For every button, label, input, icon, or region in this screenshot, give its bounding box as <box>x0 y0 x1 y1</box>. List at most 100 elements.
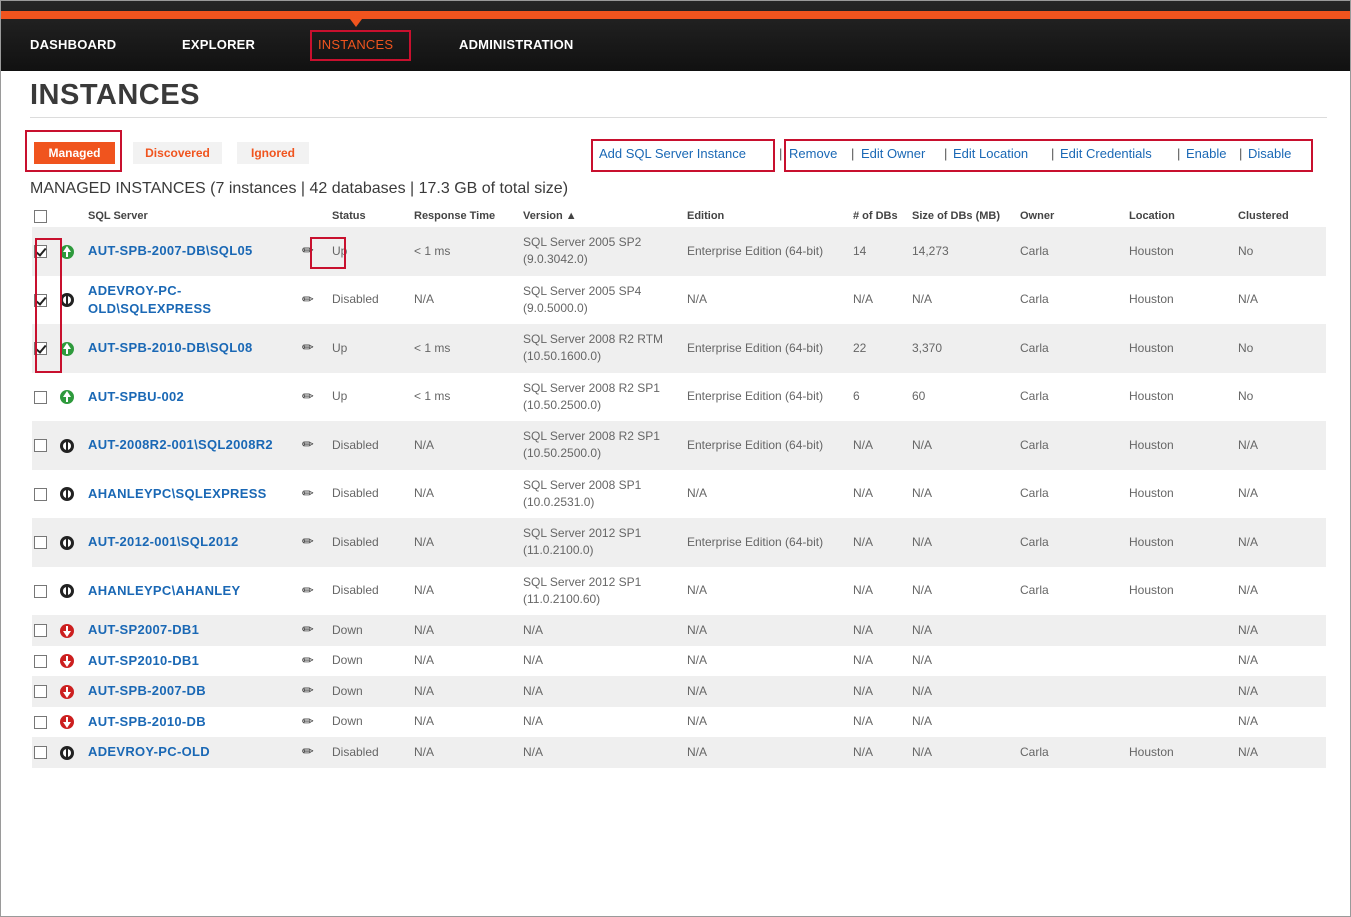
clustered-cell: No <box>1236 324 1326 373</box>
owner-cell: Carla <box>1018 421 1127 470</box>
col-version[interactable]: Version ▲ <box>521 205 685 227</box>
row-checkbox[interactable] <box>34 487 47 501</box>
row-checkbox[interactable] <box>34 439 47 453</box>
server-name-link[interactable]: AUT-2012-001\SQL2012 <box>88 534 239 549</box>
nav-dashboard[interactable]: DASHBOARD <box>30 37 116 52</box>
row-checkbox[interactable] <box>34 584 47 598</box>
table-header-row: SQL Server Status Response Time Version … <box>32 205 1326 227</box>
filter-ignored-button[interactable]: Ignored <box>237 142 309 164</box>
table-row: AUT-SPB-2007-DB ✏ Down N/A N/A N/A N/A N/A N/A <box>32 676 1326 707</box>
row-checkbox[interactable] <box>34 746 47 760</box>
separator: | <box>779 146 783 161</box>
row-checkbox[interactable] <box>34 685 47 699</box>
server-name-link[interactable]: AUT-2008R2-001\SQL2008R2 <box>88 437 273 452</box>
title-divider <box>30 117 1327 118</box>
table-row: ADEVROY-PC-OLD ✏ Disabled N/A N/A N/A N/A N/A Ca… <box>32 737 1326 768</box>
col-num-dbs[interactable]: # of DBs <box>851 205 910 227</box>
owner-cell: Carla <box>1020 486 1049 501</box>
row-checkbox[interactable] <box>34 715 47 729</box>
table-row: AHANLEYPC\AHANLEY ✏ Disabled N/A SQL Server … <box>32 567 1326 616</box>
edit-pencil-icon[interactable]: ✏ <box>302 388 314 405</box>
edit-pencil-icon[interactable]: ✏ <box>302 291 314 308</box>
num-dbs-cell: 14 <box>851 227 910 276</box>
location-cell: Houston <box>1129 486 1174 501</box>
edit-pencil-icon[interactable]: ✏ <box>302 582 314 599</box>
col-clustered[interactable]: Clustered <box>1236 205 1326 227</box>
server-name-link[interactable]: AUT-SPB-2007-DB <box>88 683 206 698</box>
active-tab-indicator <box>350 19 362 27</box>
version-cell: SQL Server 2005 SP2 (9.0.3042.0) <box>521 227 685 276</box>
status-cell: Down <box>330 676 412 707</box>
nav-administration[interactable]: ADMINISTRATION <box>459 37 574 52</box>
server-name-link[interactable]: AUT-SP2007-DB1 <box>88 622 199 637</box>
clustered-cell: No <box>1236 227 1326 276</box>
row-checkbox[interactable] <box>34 624 47 638</box>
size-dbs-cell: N/A <box>910 676 1018 707</box>
edit-pencil-icon[interactable]: ✏ <box>302 713 314 730</box>
status-down-icon <box>60 684 74 699</box>
edition-cell: Enterprise Edition (64-bit) <box>687 389 824 404</box>
edit-pencil-icon[interactable]: ✏ <box>302 743 314 760</box>
server-name-link[interactable]: AUT-SPB-2010-DB\SQL08 <box>88 340 253 355</box>
edit-pencil-icon[interactable]: ✏ <box>302 682 314 699</box>
col-owner[interactable]: Owner <box>1018 205 1127 227</box>
num-dbs-cell: N/A <box>851 615 910 646</box>
status-down-icon <box>60 715 74 730</box>
response-time-cell: N/A <box>414 292 435 307</box>
edition-cell: N/A <box>687 486 708 501</box>
server-name-link[interactable]: AHANLEYPC\AHANLEY <box>88 583 240 598</box>
nav-explorer[interactable]: EXPLORER <box>182 37 255 52</box>
col-size-dbs[interactable]: Size of DBs (MB) <box>910 205 1018 227</box>
server-name-link[interactable]: AUT-SPB-2007-DB\SQL05 <box>88 243 253 258</box>
instances-table: SQL Server Status Response Time Version … <box>32 205 1326 768</box>
response-time-cell: N/A <box>412 615 521 646</box>
clustered-cell: N/A <box>1238 486 1259 501</box>
edition-cell: N/A <box>685 676 851 707</box>
size-dbs-cell: N/A <box>910 518 1018 567</box>
size-dbs-cell: 60 <box>912 389 926 404</box>
edition-cell: Enterprise Edition (64-bit) <box>685 324 851 373</box>
server-name-link[interactable]: AUT-SPBU-002 <box>88 389 184 404</box>
status-cell: Up <box>332 389 348 404</box>
response-time-cell: < 1 ms <box>412 227 521 276</box>
edit-pencil-icon[interactable]: ✏ <box>302 436 314 453</box>
col-sql-server[interactable]: SQL Server <box>86 205 300 227</box>
status-disabled-icon <box>60 535 74 550</box>
row-checkbox[interactable] <box>34 390 47 404</box>
edit-pencil-icon[interactable]: ✏ <box>302 485 314 502</box>
edit-pencil-icon[interactable]: ✏ <box>302 339 314 356</box>
select-all-checkbox[interactable] <box>34 209 47 223</box>
col-response-time[interactable]: Response Time <box>412 205 521 227</box>
status-cell: Disabled <box>332 583 379 598</box>
status-disabled-icon <box>60 487 74 502</box>
col-edition[interactable]: Edition <box>685 205 851 227</box>
owner-cell: Carla <box>1018 518 1127 567</box>
num-dbs-cell: N/A <box>851 737 910 768</box>
location-cell <box>1127 615 1236 646</box>
server-name-link[interactable]: ADEVROY-PC-OLD <box>88 744 210 759</box>
server-name-link[interactable]: ADEVROY-PC-OLD\SQLEXPRESS <box>88 283 211 316</box>
location-cell: Houston <box>1129 389 1174 404</box>
server-name-link[interactable]: AUT-SPB-2010-DB <box>88 714 206 729</box>
select-all-cell[interactable] <box>32 205 58 227</box>
edit-pencil-icon[interactable]: ✏ <box>302 533 314 550</box>
num-dbs-cell: N/A <box>853 653 874 668</box>
size-dbs-cell: 3,370 <box>910 324 1018 373</box>
server-name-link[interactable]: AUT-SP2010-DB1 <box>88 653 199 668</box>
size-dbs-cell: N/A <box>912 714 933 729</box>
owner-cell: Carla <box>1018 227 1127 276</box>
edit-pencil-icon[interactable]: ✏ <box>302 652 314 669</box>
col-location[interactable]: Location <box>1127 205 1236 227</box>
owner-cell: Carla <box>1020 583 1049 598</box>
status-up-icon <box>60 244 74 259</box>
version-cell: SQL Server 2008 R2 SP1 (10.50.2500.0) <box>521 421 685 470</box>
row-checkbox[interactable] <box>34 654 47 668</box>
server-name-link[interactable]: AHANLEYPC\SQLEXPRESS <box>88 486 267 501</box>
filter-discovered-button[interactable]: Discovered <box>133 142 222 164</box>
status-disabled-icon <box>60 293 74 308</box>
row-checkbox[interactable] <box>34 536 47 550</box>
owner-cell: Carla <box>1018 737 1127 768</box>
response-time-cell: N/A <box>412 421 521 470</box>
edit-pencil-icon[interactable]: ✏ <box>302 621 314 638</box>
col-status[interactable]: Status <box>330 205 412 227</box>
